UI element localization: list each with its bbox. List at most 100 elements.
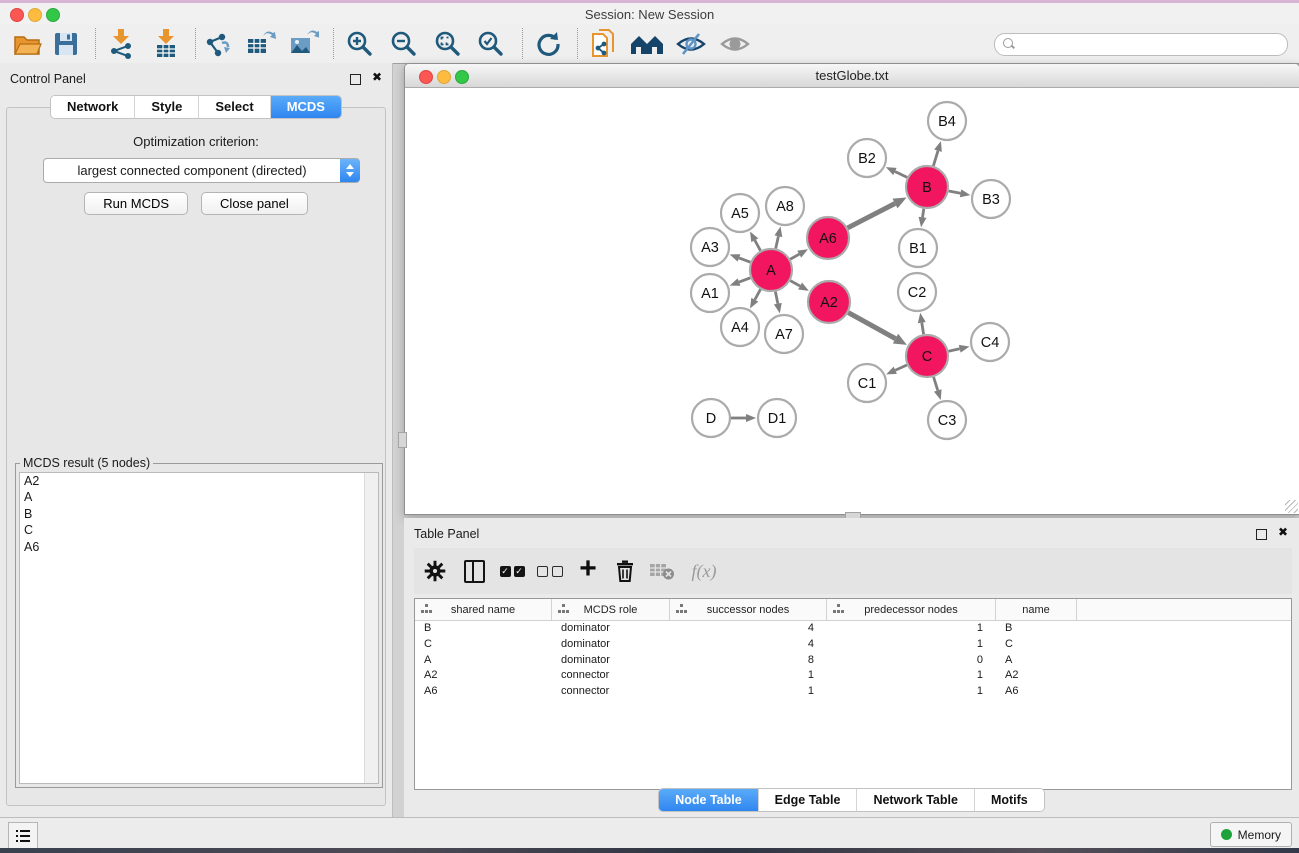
tab-network[interactable]: Network	[51, 96, 135, 118]
table-row[interactable]: Bdominator41B	[415, 621, 1291, 637]
table-tab-motifs[interactable]: Motifs	[975, 789, 1044, 811]
network-window-titlebar[interactable]: testGlobe.txt	[405, 64, 1299, 88]
graph-edge-C-C3[interactable]	[934, 377, 938, 390]
graph-edge-A-A4[interactable]	[755, 289, 761, 299]
network-canvas[interactable]: B4B2BB3A8A5A6A3B1AC2A1A2A4A7C4CC1DD1C3	[405, 88, 1299, 514]
tab-select[interactable]: Select	[199, 96, 270, 118]
import-network-icon[interactable]	[103, 27, 139, 60]
graph-edge-B-B4[interactable]	[933, 151, 938, 166]
edge-arrowhead-icon	[886, 167, 897, 175]
float-table-panel-icon[interactable]	[1256, 529, 1267, 540]
zoom-out-icon[interactable]	[386, 27, 422, 60]
table-tab-node-table[interactable]: Node Table	[659, 789, 758, 811]
result-scrollbar[interactable]	[364, 473, 378, 783]
column-tree-icon	[833, 604, 844, 614]
table-row[interactable]: A6connector11A6	[415, 684, 1291, 700]
edge-arrowhead-icon	[959, 345, 970, 353]
table-cell: dominator	[552, 621, 670, 637]
graph-edge-A-A6[interactable]	[790, 254, 799, 259]
import-table-icon[interactable]	[148, 27, 184, 60]
splitter-handle-left[interactable]	[398, 432, 407, 448]
graph-node-label: C1	[858, 376, 877, 392]
graph-edge-A-A3[interactable]	[739, 258, 750, 262]
refresh-icon[interactable]	[530, 27, 566, 60]
apply-function-icon[interactable]: f(x)	[682, 556, 726, 586]
memory-button[interactable]: Memory	[1210, 822, 1292, 847]
table-cell: 4	[670, 637, 827, 653]
float-panel-icon[interactable]	[350, 74, 361, 85]
graph-edge-A2-C[interactable]	[848, 313, 895, 339]
table-tabs: Node TableEdge TableNetwork TableMotifs	[658, 788, 1045, 812]
edge-arrowhead-icon	[798, 283, 809, 291]
table-row[interactable]: Adominator80A	[415, 653, 1291, 669]
run-mcds-button[interactable]: Run MCDS	[84, 192, 188, 215]
graph-node-label: A7	[775, 327, 793, 343]
resize-grip[interactable]	[1285, 500, 1298, 513]
delete-rows-icon[interactable]	[609, 556, 641, 586]
desktop-bottom-strip	[0, 848, 1299, 853]
tab-style[interactable]: Style	[135, 96, 199, 118]
column-header-shared-name[interactable]: shared name	[415, 599, 552, 620]
graph-edge-C-C1[interactable]	[895, 365, 907, 370]
task-history-button[interactable]	[8, 822, 38, 849]
table-settings-icon[interactable]	[419, 556, 451, 586]
mcds-result-title: MCDS result (5 nodes)	[20, 456, 153, 470]
control-panel: Control Panel ✖ NetworkStyleSelectMCDS O…	[0, 63, 393, 817]
graph-edge-A-A7[interactable]	[775, 292, 777, 304]
graph-edge-A6-B[interactable]	[848, 203, 895, 227]
graph-edge-A-A5[interactable]	[755, 240, 761, 250]
zoom-selected-icon[interactable]	[473, 27, 509, 60]
network-graph[interactable]: B4B2BB3A8A5A6A3B1AC2A1A2A4A7C4CC1DD1C3	[405, 88, 1297, 513]
table-row[interactable]: Cdominator41C	[415, 637, 1291, 653]
table-tab-network-table[interactable]: Network Table	[857, 789, 975, 811]
result-item[interactable]: B	[20, 506, 378, 522]
graph-edge-A-A8[interactable]	[776, 236, 779, 248]
zoom-fit-icon[interactable]	[430, 27, 466, 60]
search-input[interactable]	[1017, 35, 1281, 54]
mcds-result-list: A2ABCA6	[19, 472, 379, 784]
graph-edge-C-C2[interactable]	[922, 323, 924, 335]
select-all-icon[interactable]: ✓✓	[496, 556, 528, 586]
status-bar: Memory	[0, 817, 1299, 849]
toolbar-separator	[95, 28, 96, 59]
open-session-icon[interactable]	[10, 27, 46, 60]
hide-selected-icon[interactable]	[673, 27, 709, 60]
save-session-icon[interactable]	[48, 27, 84, 60]
column-header-MCDS-role[interactable]: MCDS role	[552, 599, 670, 620]
network-from-document-icon[interactable]	[587, 27, 623, 60]
graph-edge-C-C4[interactable]	[948, 349, 959, 352]
graph-edge-A-A2[interactable]	[790, 281, 800, 286]
graph-edge-B-B1[interactable]	[923, 209, 924, 218]
graph-node-label: A	[766, 263, 776, 279]
add-row-icon[interactable]: +	[572, 556, 604, 586]
show-columns-icon[interactable]	[458, 556, 490, 586]
column-header-name[interactable]: name	[996, 599, 1077, 620]
export-table-icon[interactable]	[243, 27, 279, 60]
export-image-icon[interactable]	[286, 27, 322, 60]
column-tree-icon	[558, 604, 569, 614]
close-table-panel-icon[interactable]: ✖	[1278, 525, 1288, 539]
result-item[interactable]: A	[20, 489, 378, 505]
table-cell: B	[996, 621, 1077, 637]
close-panel-icon[interactable]: ✖	[372, 70, 382, 84]
graph-edge-B-B3[interactable]	[949, 191, 961, 193]
deselect-all-icon[interactable]	[534, 556, 566, 586]
delete-table-icon[interactable]	[646, 556, 678, 586]
graph-edge-B-B2[interactable]	[895, 171, 907, 177]
show-hidden-icon[interactable]	[717, 27, 753, 60]
result-item[interactable]: A2	[20, 473, 378, 489]
graph-edge-A-A1[interactable]	[739, 278, 750, 282]
column-header-successor-nodes[interactable]: successor nodes	[670, 599, 827, 620]
close-panel-button[interactable]: Close panel	[201, 192, 308, 215]
result-item[interactable]: A6	[20, 539, 378, 555]
table-row[interactable]: A2connector11A2	[415, 668, 1291, 684]
table-cell: 1	[827, 621, 996, 637]
table-tab-edge-table[interactable]: Edge Table	[759, 789, 858, 811]
zoom-in-icon[interactable]	[342, 27, 378, 60]
criterion-select[interactable]: largest connected component (directed)	[43, 158, 360, 183]
column-header-predecessor-nodes[interactable]: predecessor nodes	[827, 599, 996, 620]
result-item[interactable]: C	[20, 522, 378, 538]
tab-mcds[interactable]: MCDS	[271, 96, 341, 118]
home-icon[interactable]	[629, 27, 665, 60]
export-network-icon[interactable]	[201, 27, 237, 60]
